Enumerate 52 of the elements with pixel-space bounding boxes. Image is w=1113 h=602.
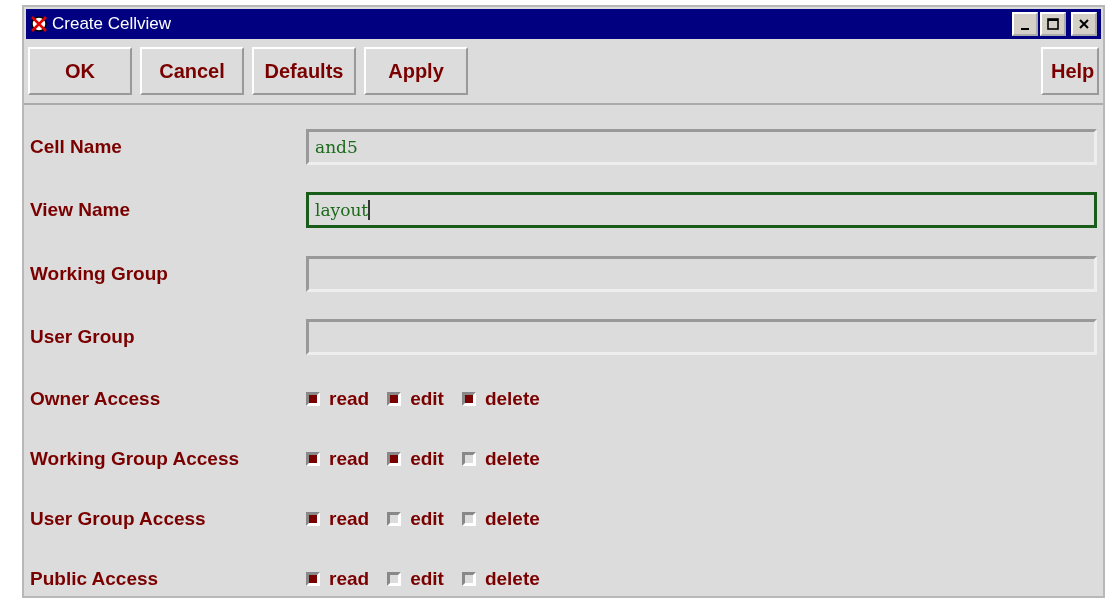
checkbox-label[interactable]: read (329, 388, 370, 410)
checkbox-label[interactable]: read (329, 508, 370, 530)
text-field[interactable]: and5 (306, 128, 1097, 165)
checkbox[interactable] (306, 512, 320, 526)
checkbox-label[interactable]: delete (484, 568, 540, 590)
checkbox[interactable] (387, 452, 402, 466)
field-label: View Name (30, 199, 131, 222)
text-field[interactable] (306, 255, 1097, 292)
checkbox[interactable] (387, 512, 402, 526)
access-label: User Group Access (30, 508, 207, 530)
checkbox-label[interactable]: edit (410, 448, 444, 470)
access-label: Owner Access (30, 388, 162, 410)
checkbox[interactable] (461, 452, 476, 466)
checkbox[interactable] (461, 512, 476, 526)
checkbox-label[interactable]: delete (484, 448, 540, 470)
checkbox[interactable] (461, 572, 476, 586)
app-icon (30, 15, 48, 33)
checkbox[interactable] (306, 452, 320, 466)
close-icon (1078, 18, 1090, 30)
minimize-icon (1021, 28, 1029, 30)
access-label: Public Access (30, 568, 160, 590)
checkbox-label[interactable]: read (329, 568, 370, 590)
minimize-button[interactable] (1012, 12, 1038, 36)
checkbox-label[interactable]: edit (410, 388, 444, 410)
field-value: layout (315, 200, 369, 221)
dialog-button[interactable]: Apply (364, 47, 468, 95)
checkbox[interactable] (306, 392, 320, 406)
text-cursor (368, 200, 371, 221)
close-button[interactable] (1071, 12, 1097, 36)
checkbox-label[interactable]: delete (484, 508, 540, 530)
checkbox[interactable] (387, 572, 402, 586)
dialog-button[interactable]: OK (28, 47, 132, 95)
window-title: Create Cellview (52, 14, 172, 34)
field-label: Working Group (30, 262, 169, 285)
dialog-button[interactable]: Defaults (252, 47, 356, 95)
checkbox[interactable] (306, 572, 320, 586)
text-field[interactable]: layout (306, 192, 1097, 229)
access-label: Working Group Access (30, 448, 241, 470)
maximize-button[interactable] (1040, 12, 1066, 36)
checkbox[interactable] (387, 392, 402, 406)
dialog-button[interactable]: Cancel (140, 47, 244, 95)
checkbox-label[interactable]: delete (484, 388, 540, 410)
checkbox-label[interactable]: edit (410, 508, 444, 530)
maximize-icon (1047, 18, 1059, 30)
help-button[interactable]: Help (1041, 47, 1099, 95)
text-field[interactable] (306, 319, 1097, 356)
checkbox-label[interactable]: edit (410, 568, 444, 590)
field-label: User Group (30, 326, 136, 349)
checkbox[interactable] (461, 392, 476, 406)
checkbox-label[interactable]: read (329, 448, 370, 470)
field-label: Cell Name (30, 135, 123, 158)
field-value: and5 (315, 136, 358, 157)
